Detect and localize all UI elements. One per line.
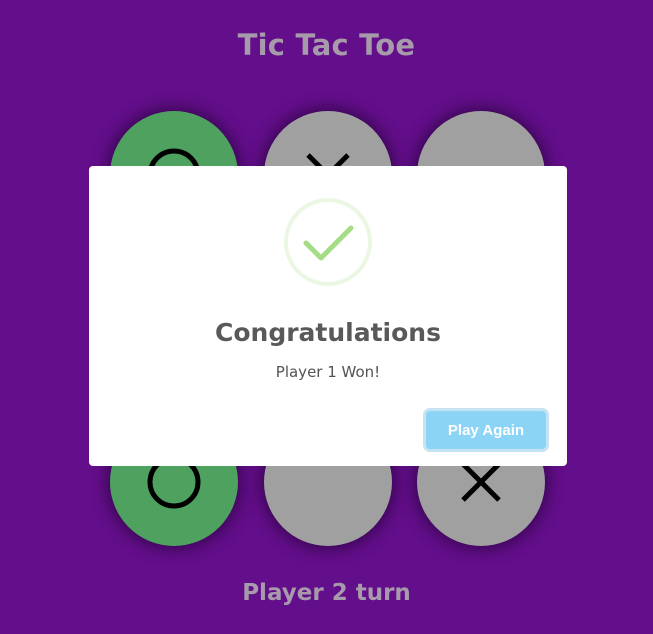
win-dialog: Congratulations Player 1 Won! Play Again — [89, 166, 567, 466]
play-again-button[interactable]: Play Again — [426, 411, 546, 449]
turn-status: Player 2 turn — [242, 580, 411, 606]
game-title: Tic Tac Toe — [237, 28, 416, 62]
success-check-icon — [284, 198, 372, 286]
dialog-title: Congratulations — [215, 318, 441, 347]
dialog-message: Player 1 Won! — [275, 363, 381, 381]
